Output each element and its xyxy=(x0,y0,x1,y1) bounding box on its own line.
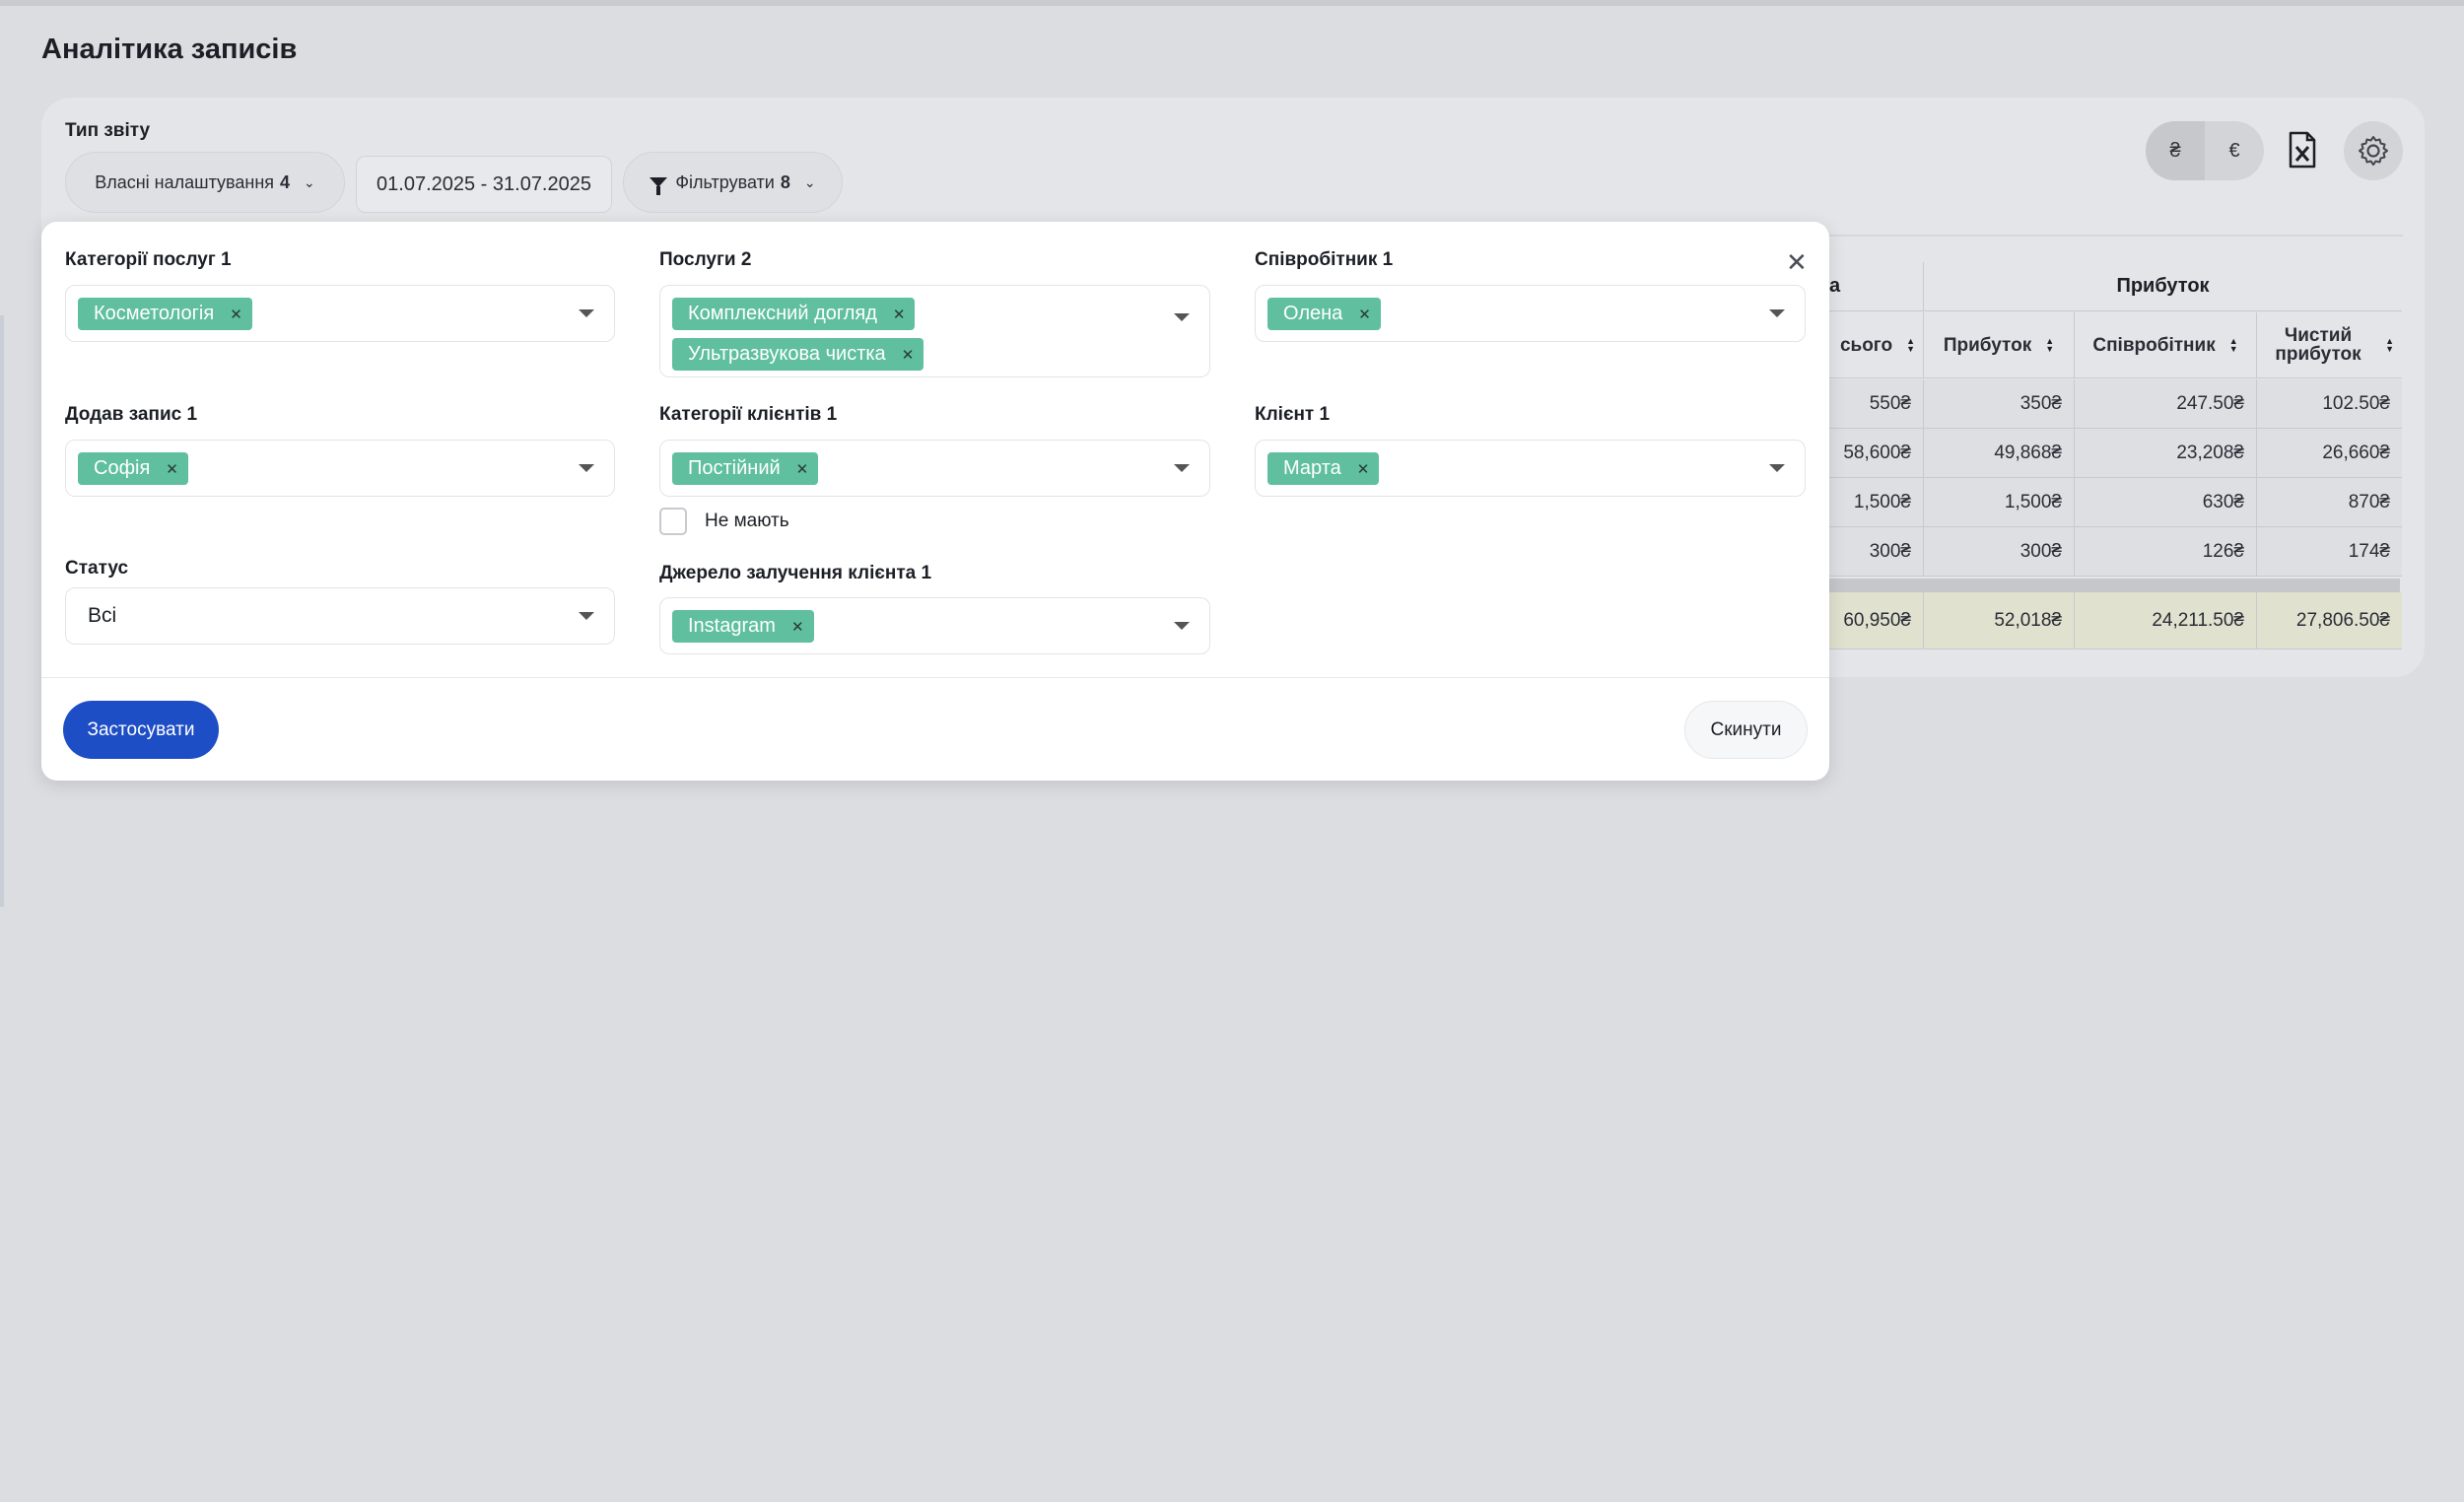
client-categories-label: Категорії клієнтів 1 xyxy=(659,404,838,425)
total-cell: 24,211.50₴ xyxy=(2075,592,2257,649)
chevron-down-icon: ⌄ xyxy=(304,173,315,190)
filter-button[interactable]: Фільтрувати 8 ⌄ xyxy=(623,152,843,213)
column-header[interactable]: Чистий прибуток ▲ ▼ xyxy=(2257,312,2402,378)
page-title: Аналітика записів xyxy=(41,34,298,65)
date-range-picker[interactable]: 01.07.2025 - 31.07.2025 xyxy=(356,156,612,213)
services-select[interactable]: Комплексний догляд ✕ Ультразвукова чистка… xyxy=(659,285,1210,377)
filter-tag: Комплексний догляд ✕ xyxy=(672,298,916,330)
service-categories-select[interactable]: Косметологія ✕ xyxy=(65,285,615,342)
table-row: 58,600₴ 49,868₴ 23,208₴ 26,660₴ xyxy=(1764,429,2402,478)
table-cell: 174₴ xyxy=(2257,527,2402,577)
remove-tag-icon[interactable]: ✕ xyxy=(796,460,809,478)
settings-button[interactable] xyxy=(2344,121,2403,180)
filter-tag: Косметологія ✕ xyxy=(78,298,252,330)
client-select[interactable]: Марта ✕ xyxy=(1255,440,1806,497)
table-cell: 49,868₴ xyxy=(1924,429,2075,478)
added-by-select[interactable]: Софія ✕ xyxy=(65,440,615,497)
services-label: Послуги 2 xyxy=(659,249,752,270)
status-label: Статус xyxy=(65,558,129,579)
column-header[interactable]: Прибуток ▲ ▼ xyxy=(1924,312,2075,378)
remove-tag-icon[interactable]: ✕ xyxy=(893,306,906,323)
table-row: 550₴ 350₴ 247.50₴ 102.50₴ xyxy=(1764,379,2402,429)
excel-export-icon[interactable] xyxy=(2288,131,2317,169)
chevron-down-icon: ⌄ xyxy=(803,173,816,190)
caret-down-icon xyxy=(1174,313,1190,321)
service-categories-label: Категорії послуг 1 xyxy=(65,249,232,270)
remove-tag-icon[interactable]: ✕ xyxy=(902,346,915,364)
column-header[interactable]: Співробітник ▲ ▼ xyxy=(2075,312,2257,378)
table-row: 300₴ 300₴ 126₴ 174₴ xyxy=(1764,527,2402,577)
caret-down-icon xyxy=(1174,464,1190,472)
settings-dropdown[interactable]: Власні налаштування 4 ⌄ xyxy=(65,152,345,213)
filter-tag: Instagram ✕ xyxy=(672,610,814,643)
filter-label: Фільтрувати xyxy=(675,171,775,192)
table-row: 1,500₴ 1,500₴ 630₴ 870₴ xyxy=(1764,478,2402,527)
report-type-label: Тип звіту xyxy=(65,120,151,141)
caret-down-icon xyxy=(579,612,594,620)
filter-tag: Олена ✕ xyxy=(1267,298,1381,330)
table-separator xyxy=(1764,579,2400,592)
table-cell: 350₴ xyxy=(1924,379,2075,429)
remove-tag-icon[interactable]: ✕ xyxy=(166,460,178,478)
remove-tag-icon[interactable]: ✕ xyxy=(1357,460,1370,478)
filter-count: 8 xyxy=(780,171,790,192)
close-icon[interactable]: ✕ xyxy=(1786,249,1808,275)
settings-label: Власні налаштування xyxy=(95,171,275,192)
filter-tag: Марта ✕ xyxy=(1267,452,1380,485)
remove-tag-icon[interactable]: ✕ xyxy=(230,306,242,323)
client-label: Клієнт 1 xyxy=(1255,404,1331,425)
table-cell: 300₴ xyxy=(1924,527,2075,577)
filter-tag: Постійний ✕ xyxy=(672,452,819,485)
group-header-profit: Прибуток xyxy=(1924,262,2402,311)
table-cell: 102.50₴ xyxy=(2257,379,2402,429)
total-cell: 52,018₴ xyxy=(1924,592,2075,649)
filter-icon xyxy=(650,177,668,195)
reset-button[interactable]: Скинути xyxy=(1684,701,1808,759)
table-cell: 870₴ xyxy=(2257,478,2402,527)
employee-label: Співробітник 1 xyxy=(1255,249,1394,270)
acquisition-source-select[interactable]: Instagram ✕ xyxy=(659,597,1210,654)
table-cell: 630₴ xyxy=(2075,478,2257,527)
filter-tag: Софія ✕ xyxy=(78,452,188,485)
table-cell: 23,208₴ xyxy=(2075,429,2257,478)
remove-tag-icon[interactable]: ✕ xyxy=(1358,306,1371,323)
client-categories-select[interactable]: Постійний ✕ xyxy=(659,440,1210,497)
sort-icon: ▲ ▼ xyxy=(2228,336,2238,354)
table-cell: 26,660₴ xyxy=(2257,429,2402,478)
no-category-label: Не мають xyxy=(705,511,789,531)
acquisition-source-label: Джерело залучення клієнта 1 xyxy=(659,563,932,583)
table-cell: 247.50₴ xyxy=(2075,379,2257,429)
table-cell: 1,500₴ xyxy=(1924,478,2075,527)
total-cell: 27,806.50₴ xyxy=(2257,592,2402,649)
caret-down-icon xyxy=(1174,622,1190,630)
date-range-value: 01.07.2025 - 31.07.2025 xyxy=(376,172,591,195)
no-category-checkbox[interactable] xyxy=(659,508,687,535)
apply-button[interactable]: Застосувати xyxy=(63,701,219,759)
status-value: Всі xyxy=(88,604,117,627)
sort-icon: ▲ ▼ xyxy=(1906,336,1915,354)
popover-divider xyxy=(41,677,1829,678)
table-cell: 126₴ xyxy=(2075,527,2257,577)
sort-icon: ▲ ▼ xyxy=(2385,336,2394,354)
sort-icon: ▲ ▼ xyxy=(2045,336,2055,354)
caret-down-icon xyxy=(1769,309,1785,317)
settings-count: 4 xyxy=(280,171,291,192)
top-border xyxy=(0,0,2464,6)
caret-down-icon xyxy=(579,309,594,317)
currency-eur-button[interactable]: € xyxy=(2205,121,2264,180)
caret-down-icon xyxy=(1769,464,1785,472)
remove-tag-icon[interactable]: ✕ xyxy=(791,618,804,636)
status-select[interactable]: Всі xyxy=(65,587,615,645)
caret-down-icon xyxy=(579,464,594,472)
employee-select[interactable]: Олена ✕ xyxy=(1255,285,1806,342)
table-total-row: 60,950₴ 52,018₴ 24,211.50₴ 27,806.50₴ xyxy=(1764,592,2402,649)
table-header-row: сього ▲ ▼ Прибуток ▲ ▼ Співробітник ▲ ▼ Чистий… xyxy=(1764,312,2402,378)
filter-tag: Ультразвукова чистка ✕ xyxy=(672,338,924,371)
left-edge xyxy=(0,315,4,907)
currency-toggle: ₴ € xyxy=(2146,121,2264,180)
currency-uah-button[interactable]: ₴ xyxy=(2146,121,2205,180)
gear-icon xyxy=(2359,136,2388,166)
added-by-label: Додав запис 1 xyxy=(65,404,198,425)
